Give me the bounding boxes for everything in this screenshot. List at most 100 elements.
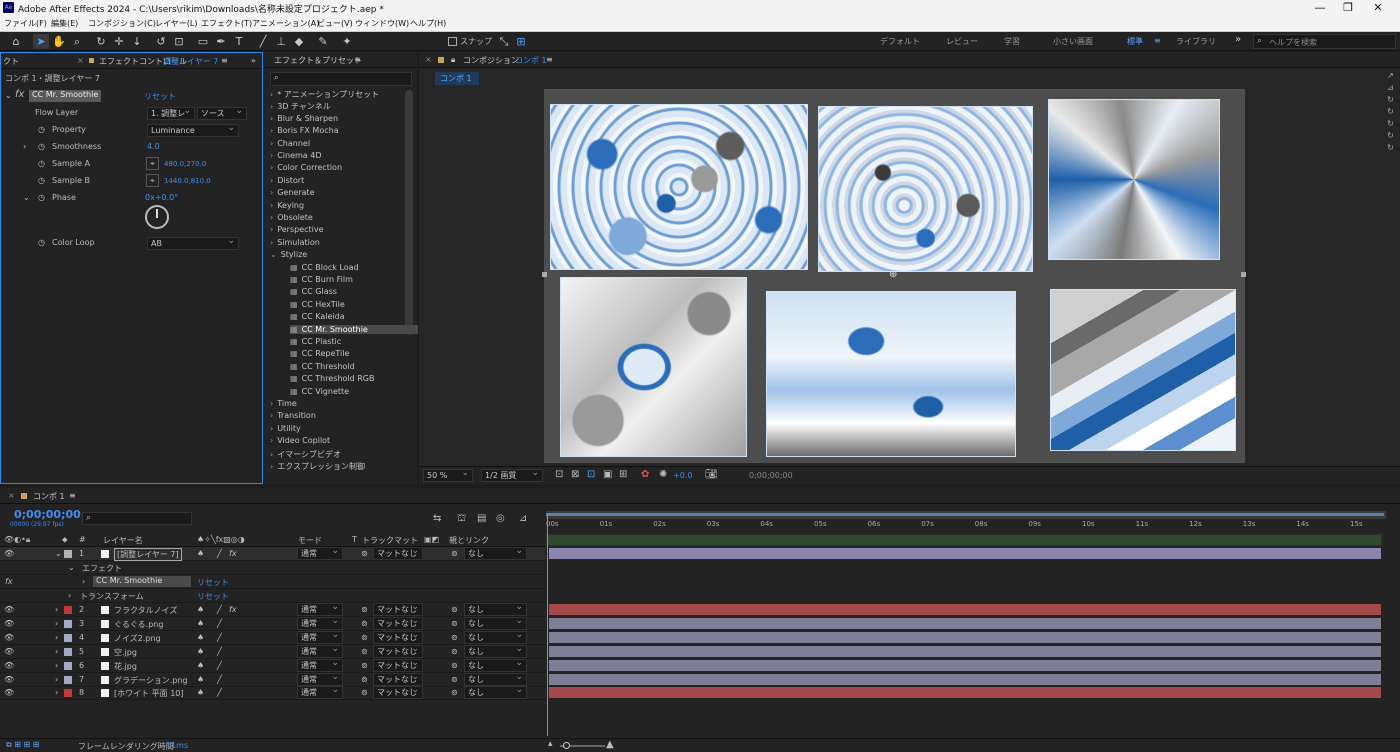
comp-flowchart-icon[interactable]: ⇆: [433, 513, 441, 524]
effect-category[interactable]: › 3D チャンネル: [270, 101, 331, 112]
effect-category[interactable]: › Distort: [270, 176, 304, 185]
parent-dropdown[interactable]: なし: [464, 658, 527, 672]
zoom-slider-thumb[interactable]: [563, 742, 570, 749]
effect-item[interactable]: ▦ CC RepeTile: [290, 349, 349, 358]
expand-chevron-icon[interactable]: ›: [82, 577, 85, 586]
effect-item[interactable]: ▦ CC Plastic: [290, 337, 341, 346]
help-search-input[interactable]: ⌕ ヘルプを検索: [1253, 34, 1396, 49]
layer-duration-bar[interactable]: [549, 617, 1381, 629]
parent-pickwhip-icon[interactable]: ⊚: [451, 633, 458, 642]
stopwatch-icon[interactable]: ◷: [38, 193, 45, 202]
exposure-value[interactable]: +0.0: [673, 471, 692, 480]
puppet-pin-icon[interactable]: ✦: [339, 34, 355, 49]
effect-header-row[interactable]: ⌄ fx CC Mr. Smoothie リセット: [1, 88, 262, 105]
layer-row[interactable]: 👁︎ ⌄ 1 [調整レイヤー 7] ♠ ╱ fx 通常 ⊚ マットなし ⊚ なし: [0, 546, 545, 561]
effect-category[interactable]: › Utility: [270, 424, 301, 433]
roto-brush-icon[interactable]: ✎: [315, 34, 331, 49]
menu-file[interactable]: ファイル(F): [4, 18, 47, 29]
property-dropdown[interactable]: Luminance: [147, 123, 239, 137]
effect-category[interactable]: › Boris FX Mocha: [270, 126, 339, 135]
orbit-camera-icon[interactable]: ↻: [93, 34, 109, 49]
effect-category[interactable]: › Keying: [270, 201, 304, 210]
current-timecode[interactable]: 0;00;00;00: [14, 508, 81, 521]
zoom-in-icon[interactable]: ▲: [606, 739, 614, 750]
label-color-swatch[interactable]: [64, 606, 72, 614]
blend-mode-dropdown[interactable]: 通常: [297, 546, 343, 560]
composition-viewer[interactable]: ⊕: [542, 89, 1246, 463]
tab-effects-presets[interactable]: エフェクト＆プリセット: [274, 55, 362, 66]
zoom-out-icon[interactable]: ▴: [548, 739, 553, 749]
track-matte-dropdown[interactable]: マットなし: [373, 672, 423, 686]
work-area-range[interactable]: [546, 513, 1384, 516]
matte-link-icon[interactable]: ⊚: [361, 647, 368, 656]
workspace-review[interactable]: レビュー: [946, 36, 978, 47]
visibility-eye-icon[interactable]: 👁︎: [4, 661, 14, 670]
tool-icon-2[interactable]: ⊿: [1383, 82, 1398, 94]
shy-switch-icon[interactable]: ♠: [197, 675, 204, 684]
quality-switch-icon[interactable]: ╱: [217, 647, 222, 656]
transform-reset-link[interactable]: リセット: [197, 591, 229, 602]
close-button[interactable]: ✕: [1368, 1, 1388, 14]
layer-name[interactable]: グラデーション.png: [114, 675, 188, 686]
effect-category[interactable]: › * アニメーションプリセット: [270, 89, 379, 100]
parent-pickwhip-icon[interactable]: ⊚: [451, 549, 458, 558]
layer-name[interactable]: [調整レイヤー 7]: [114, 548, 182, 561]
expand-chevron-icon[interactable]: ›: [55, 633, 58, 642]
effects-group-row[interactable]: ⌄ エフェクト: [0, 561, 545, 575]
parent-pickwhip-icon[interactable]: ⊚: [451, 647, 458, 656]
matte-link-icon[interactable]: ⊚: [361, 688, 368, 697]
label-color-swatch[interactable]: [64, 661, 72, 670]
tab-close-icon[interactable]: ×: [77, 56, 84, 65]
layer-name[interactable]: 空.jpg: [114, 647, 137, 658]
menu-edit[interactable]: 編集(E): [51, 18, 78, 29]
blend-mode-dropdown[interactable]: 通常: [297, 685, 343, 700]
parent-pickwhip-icon[interactable]: ⊚: [451, 619, 458, 628]
shy-switch-icon[interactable]: ♠: [197, 688, 204, 697]
crosshair-icon[interactable]: ⌖: [146, 157, 159, 170]
collapse-chevron-icon[interactable]: ⌄: [5, 91, 12, 100]
effect-category[interactable]: › エクスプレッション制御: [270, 461, 365, 472]
blend-mode-dropdown[interactable]: 通常: [297, 616, 343, 630]
snap-option-icon[interactable]: ⤡: [496, 34, 512, 49]
effect-reset-link[interactable]: リセット: [144, 91, 176, 102]
tab-close-icon[interactable]: ×: [425, 55, 432, 64]
panel-expand-icon[interactable]: »: [251, 56, 256, 65]
layer-row[interactable]: 👁︎ › 6 花.jpg ♠ ╱ 通常 ⊚ マットなし ⊚ なし: [0, 658, 545, 673]
resolution-dropdown[interactable]: 1/2 画質: [481, 468, 543, 482]
layer-duration-bar[interactable]: [549, 631, 1381, 643]
menu-window[interactable]: ウィンドウ(W): [355, 18, 409, 29]
region-icon[interactable]: ⊡: [555, 469, 563, 480]
track-matte-dropdown[interactable]: マットなし: [373, 644, 423, 658]
shy-switch-icon[interactable]: ♠: [197, 605, 204, 614]
exposure-icon[interactable]: ✺: [659, 469, 667, 480]
tool-icon-6[interactable]: ↻: [1383, 130, 1398, 142]
expand-chevron-icon[interactable]: ›: [55, 647, 58, 656]
panel-menu-icon[interactable]: ≡: [69, 491, 76, 500]
playhead[interactable]: [547, 514, 548, 736]
timeline-zoom-slider[interactable]: [560, 742, 605, 749]
layer-row[interactable]: 👁︎ › 8 [ホワイト 平面 10] ♠ ╱ 通常 ⊚ マットなし ⊚ なし: [0, 685, 545, 701]
rotate-tool-icon[interactable]: ↺: [153, 34, 169, 49]
workspace-library[interactable]: ライブラリ: [1176, 36, 1216, 47]
effect-item[interactable]: ▦ CC HexTile: [290, 300, 345, 309]
track-matte-dropdown[interactable]: マットなし: [373, 602, 423, 616]
label-color-swatch[interactable]: [64, 550, 72, 558]
minimize-button[interactable]: —: [1310, 1, 1330, 14]
parent-pickwhip-icon[interactable]: ⊚: [451, 675, 458, 684]
visibility-eye-icon[interactable]: 👁︎: [4, 605, 14, 614]
layer-row[interactable]: 👁︎ › 3 ぐるぐる.png ♠ ╱ 通常 ⊚ マットなし ⊚ なし: [0, 616, 545, 631]
menu-animation[interactable]: アニメーション(A): [252, 18, 319, 29]
transparency-grid-icon[interactable]: ⊠: [571, 469, 579, 480]
blend-mode-dropdown[interactable]: 通常: [297, 644, 343, 658]
effect-item[interactable]: ▦ CC Mr. Smoothie: [290, 324, 418, 334]
expand-chevron-icon[interactable]: ›: [55, 688, 58, 697]
flow-layer-source-dropdown[interactable]: ソース: [197, 106, 247, 120]
hand-tool-icon[interactable]: ✋: [51, 34, 67, 49]
effect-category[interactable]: › イマーシブビデオ: [270, 449, 341, 460]
blend-mode-dropdown[interactable]: 通常: [297, 658, 343, 672]
effect-item[interactable]: ▦ CC Threshold: [290, 362, 355, 371]
crosshair-icon[interactable]: ⌖: [146, 174, 159, 187]
layer-duration-bar[interactable]: [549, 687, 1381, 699]
expand-chevron-icon[interactable]: ›: [68, 591, 71, 600]
status-icons[interactable]: ⧉ ⊞ ⊞ ⊞: [6, 740, 39, 750]
